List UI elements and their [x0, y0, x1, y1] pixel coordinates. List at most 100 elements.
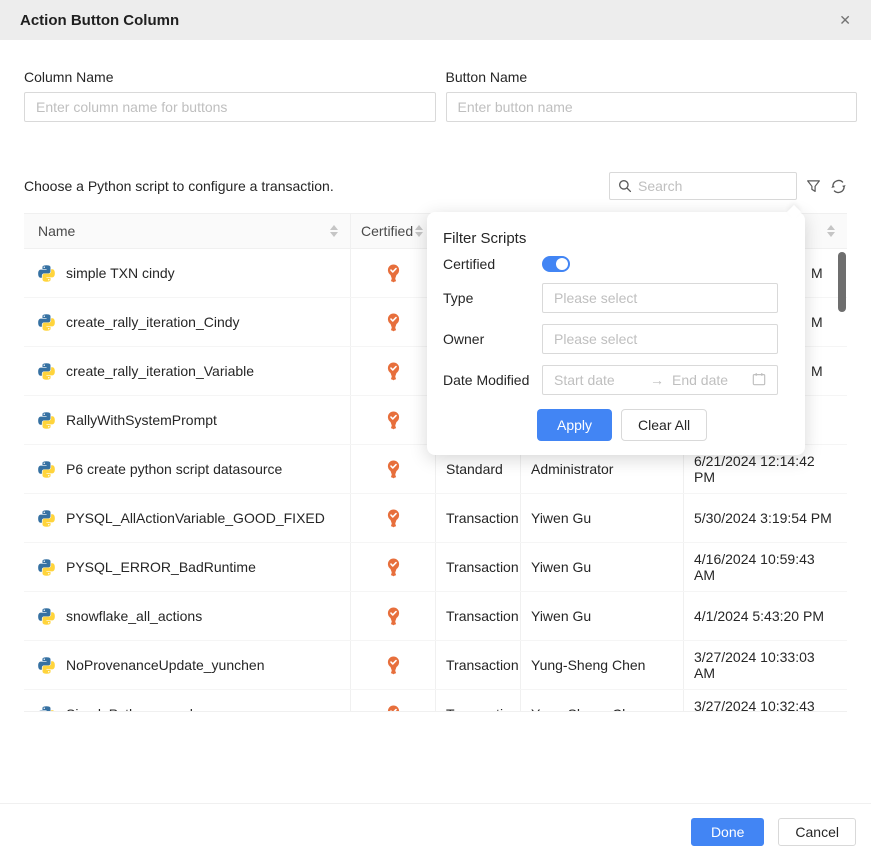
date-modified-cell-text: 5/30/2024 3:19:54 PM — [694, 510, 832, 526]
popup-caret — [787, 205, 801, 219]
script-name: snowflake_all_actions — [66, 608, 202, 624]
column-header-name[interactable]: Name — [24, 214, 350, 248]
script-name-cell: create_rally_iteration_Cindy — [24, 298, 350, 346]
script-name: SimplePython_yunchen — [66, 706, 213, 712]
table-row[interactable]: SimplePython_yunchenTransactionYung-Shen… — [24, 690, 847, 712]
button-name-field: Button Name — [446, 69, 858, 122]
date-modified-cell-text: 3/27/2024 10:32:43 AM — [694, 698, 837, 712]
certified-cell — [350, 592, 435, 640]
owner-cell: Yung-Sheng Chen — [520, 641, 683, 689]
script-name: create_rally_iteration_Cindy — [66, 314, 240, 330]
owner-cell: Yiwen Gu — [520, 592, 683, 640]
dialog-title: Action Button Column — [20, 12, 179, 29]
calendar-icon — [752, 372, 766, 389]
column-name-input[interactable] — [24, 92, 436, 122]
date-modified-cell: 3/27/2024 10:32:43 AM — [683, 690, 847, 712]
date-modified-cell: 5/30/2024 3:19:54 PM — [683, 494, 847, 542]
date-modified-cell-text: 4/16/2024 10:59:43 AM — [694, 551, 837, 583]
table-row[interactable]: PYSQL_ERROR_BadRuntimeTransactionYiwen G… — [24, 543, 847, 592]
certified-cell — [350, 445, 435, 493]
python-icon — [38, 510, 55, 527]
table-row[interactable]: NoProvenanceUpdate_yunchenTransactionYun… — [24, 641, 847, 690]
close-icon[interactable]: ✕ — [839, 13, 851, 27]
date-modified-cell-fragment: M — [811, 265, 823, 281]
start-date-placeholder: Start date — [554, 372, 642, 388]
done-button[interactable]: Done — [691, 818, 764, 846]
range-arrow-icon: → — [650, 372, 664, 388]
button-name-input[interactable] — [446, 92, 858, 122]
search-input[interactable] — [638, 178, 788, 194]
date-modified-cell-text: 4/1/2024 5:43:20 PM — [694, 608, 824, 624]
script-name-cell: simple TXN cindy — [24, 249, 350, 297]
search-icon — [618, 179, 632, 193]
apply-button[interactable]: Apply — [537, 409, 612, 441]
owner-select-placeholder: Please select — [554, 331, 637, 347]
date-modified-cell-fragment: M — [811, 314, 823, 330]
owner-cell: Yiwen Gu — [520, 543, 683, 591]
filter-date-row: Date Modified Start date → End date — [443, 365, 789, 395]
script-name-cell: create_rally_iteration_Variable — [24, 347, 350, 395]
filter-certified-row: Certified — [443, 256, 789, 272]
dialog-header: Action Button Column ✕ — [0, 0, 871, 40]
date-modified-cell-text: 3/27/2024 10:33:03 AM — [694, 649, 837, 681]
table-scrollbar-thumb[interactable] — [838, 252, 846, 312]
table-row[interactable]: PYSQL_AllActionVariable_GOOD_FIXEDTransa… — [24, 494, 847, 543]
filter-scripts-popup: Filter Scripts Certified Type Please sel… — [427, 212, 805, 455]
refresh-icon[interactable] — [830, 178, 847, 195]
script-name: create_rally_iteration_Variable — [66, 363, 254, 379]
date-modified-cell-text: 6/21/2024 12:14:42 PM — [694, 453, 837, 485]
date-modified-cell: 4/1/2024 5:43:20 PM — [683, 592, 847, 640]
certified-cell — [350, 396, 435, 444]
owner-cell: Yung-Sheng Chen — [520, 690, 683, 712]
python-icon — [38, 706, 55, 713]
certified-badge-icon — [385, 411, 402, 430]
python-icon — [38, 412, 55, 429]
sort-icon[interactable] — [415, 225, 423, 237]
filter-popup-title: Filter Scripts — [443, 230, 789, 247]
filter-owner-row: Owner Please select — [443, 324, 789, 354]
name-fields: Column Name Button Name — [24, 69, 857, 122]
certified-cell — [350, 641, 435, 689]
table-row[interactable]: snowflake_all_actions TransactionYiwen Gu… — [24, 592, 847, 641]
sort-icon[interactable] — [330, 225, 338, 237]
type-cell: Transaction — [435, 592, 520, 640]
column-header-certified[interactable]: Certified — [350, 214, 435, 248]
certified-cell — [350, 690, 435, 712]
filter-type-label: Type — [443, 290, 542, 306]
cancel-button[interactable]: Cancel — [778, 818, 856, 846]
date-modified-cell-fragment: M — [811, 363, 823, 379]
script-name-cell: snowflake_all_actions — [24, 592, 350, 640]
search-box[interactable] — [609, 172, 797, 200]
type-cell: Transaction — [435, 494, 520, 542]
certified-badge-icon — [385, 558, 402, 577]
sort-icon[interactable] — [827, 225, 835, 237]
script-name: PYSQL_ERROR_BadRuntime — [66, 559, 256, 575]
filter-owner-label: Owner — [443, 331, 542, 347]
certified-cell — [350, 543, 435, 591]
date-modified-cell: 3/27/2024 10:33:03 AM — [683, 641, 847, 689]
filter-icon[interactable] — [806, 179, 821, 194]
button-name-label: Button Name — [446, 69, 858, 85]
column-name-label: Column Name — [24, 69, 436, 85]
column-name-field: Column Name — [24, 69, 436, 122]
type-select[interactable]: Please select — [542, 283, 778, 313]
dialog-footer: Done Cancel — [0, 803, 871, 860]
certified-badge-icon — [385, 313, 402, 332]
python-icon — [38, 461, 55, 478]
certified-cell — [350, 494, 435, 542]
certified-badge-icon — [385, 460, 402, 479]
python-icon — [38, 608, 55, 625]
owner-select[interactable]: Please select — [542, 324, 778, 354]
clear-all-button[interactable]: Clear All — [621, 409, 707, 441]
python-icon — [38, 265, 55, 282]
action-button-column-dialog: Action Button Column ✕ Column Name Butto… — [0, 0, 871, 200]
script-picker-header: Choose a Python script to configure a tr… — [24, 172, 847, 200]
date-range-picker[interactable]: Start date → End date — [542, 365, 778, 395]
script-name-cell: RallyWithSystemPrompt — [24, 396, 350, 444]
script-name: simple TXN cindy — [66, 265, 175, 281]
certified-cell — [350, 347, 435, 395]
certified-badge-icon — [385, 607, 402, 626]
certified-toggle[interactable] — [542, 256, 570, 272]
end-date-placeholder: End date — [672, 372, 728, 388]
script-name-cell: PYSQL_ERROR_BadRuntime — [24, 543, 350, 591]
